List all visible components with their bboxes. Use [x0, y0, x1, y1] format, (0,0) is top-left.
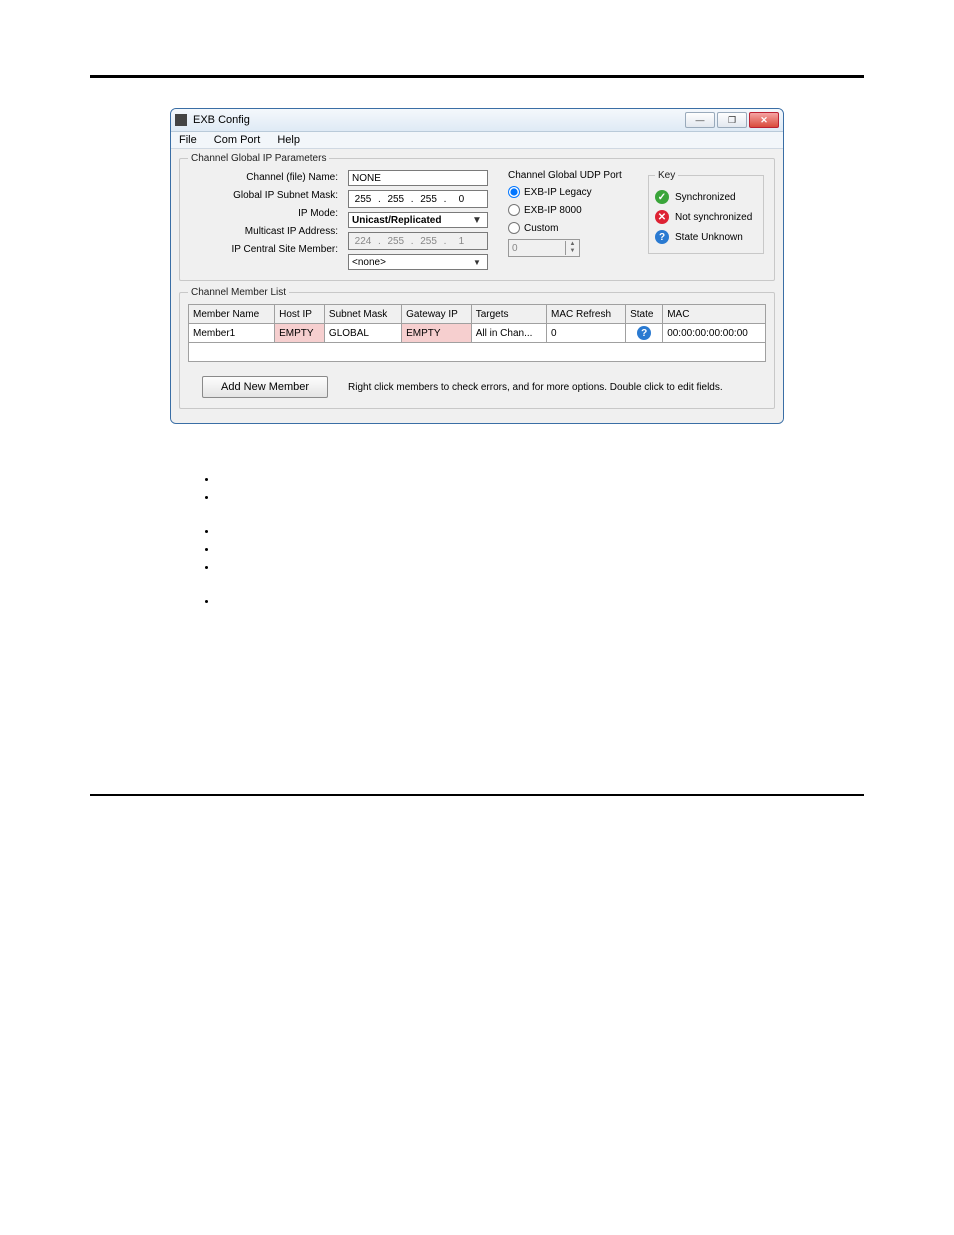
- col-member-name[interactable]: Member Name: [189, 305, 275, 324]
- bullet-item: [218, 596, 954, 614]
- state-unknown-label: State Unknown: [675, 232, 743, 243]
- chevron-down-icon: ▼: [470, 255, 484, 269]
- multicast-label: Multicast IP Address:: [245, 226, 338, 237]
- cell-gateway-ip[interactable]: EMPTY: [402, 324, 472, 343]
- col-gateway-ip[interactable]: Gateway IP: [402, 305, 472, 324]
- menu-file[interactable]: File: [179, 134, 197, 146]
- udp-8000-label: EXB-IP 8000: [524, 205, 582, 216]
- bullet-item: [218, 544, 954, 562]
- menu-help[interactable]: Help: [277, 134, 300, 146]
- table-row[interactable]: Member1 EMPTY GLOBAL EMPTY All in Chan..…: [189, 324, 766, 343]
- minimize-button[interactable]: —: [685, 112, 715, 128]
- chevron-down-icon: ▼: [470, 213, 484, 227]
- key-legend: Key: [655, 170, 678, 181]
- maximize-button[interactable]: ❐: [717, 112, 747, 128]
- cell-targets[interactable]: All in Chan...: [471, 324, 546, 343]
- channel-name-input[interactable]: [348, 170, 488, 186]
- col-state[interactable]: State: [626, 305, 663, 324]
- add-new-member-button[interactable]: Add New Member: [202, 376, 328, 398]
- channel-member-list-group: Channel Member List Member Name Host IP …: [179, 287, 775, 409]
- central-site-label: IP Central Site Member:: [231, 244, 338, 255]
- key-legend-group: Key ✓ Synchronized ✕ Not synchronized ?: [648, 170, 764, 254]
- titlebar: EXB Config — ❐ ✕: [171, 109, 783, 132]
- udp-custom-spinner[interactable]: 0 ▲ ▼: [508, 239, 580, 257]
- udp-group-label: Channel Global UDP Port: [508, 170, 622, 181]
- menubar: File Com Port Help: [171, 132, 783, 149]
- spinner-down-icon[interactable]: ▼: [565, 248, 579, 255]
- cell-mac[interactable]: 00:00:00:00:00:00: [663, 324, 766, 343]
- cell-subnet-mask[interactable]: GLOBAL: [324, 324, 401, 343]
- cell-member-name[interactable]: Member1: [189, 324, 275, 343]
- state-unknown-icon: ?: [655, 230, 669, 244]
- app-window: EXB Config — ❐ ✕ File Com Port Help Chan…: [170, 108, 784, 424]
- bullet-item: [218, 492, 954, 510]
- spinner-up-icon[interactable]: ▲: [565, 241, 579, 248]
- channel-global-ip-parameters-group: Channel Global IP Parameters Channel (fi…: [179, 153, 775, 281]
- member-table[interactable]: Member Name Host IP Subnet Mask Gateway …: [188, 304, 766, 362]
- central-site-combo[interactable]: <none> ▼: [348, 254, 488, 270]
- udp-custom-radio[interactable]: [508, 222, 520, 234]
- document-bullets: [200, 474, 954, 754]
- window-title: EXB Config: [193, 114, 250, 126]
- member-list-legend: Channel Member List: [188, 287, 289, 298]
- synchronized-label: Synchronized: [675, 192, 736, 203]
- not-synchronized-label: Not synchronized: [675, 212, 752, 223]
- col-mac-refresh[interactable]: MAC Refresh: [547, 305, 626, 324]
- member-list-hint: Right click members to check errors, and…: [348, 382, 723, 393]
- app-icon: [175, 114, 187, 126]
- bullet-item: [218, 562, 954, 580]
- col-subnet-mask[interactable]: Subnet Mask: [324, 305, 401, 324]
- state-unknown-icon: ?: [637, 326, 651, 340]
- udp-port-group: Channel Global UDP Port EXB-IP Legacy EX…: [508, 170, 622, 270]
- synchronized-icon: ✓: [655, 190, 669, 204]
- cell-host-ip[interactable]: EMPTY: [275, 324, 325, 343]
- group-legend: Channel Global IP Parameters: [188, 153, 329, 164]
- udp-legacy-label: EXB-IP Legacy: [524, 187, 592, 198]
- col-mac[interactable]: MAC: [663, 305, 766, 324]
- multicast-ip-input[interactable]: 224. 255. 255. 1: [348, 232, 488, 250]
- close-button[interactable]: ✕: [749, 112, 779, 128]
- col-host-ip[interactable]: Host IP: [275, 305, 325, 324]
- udp-8000-radio[interactable]: [508, 204, 520, 216]
- ip-mode-label: IP Mode:: [298, 208, 338, 219]
- cell-mac-refresh[interactable]: 0: [547, 324, 626, 343]
- bullet-item: [218, 474, 954, 492]
- ip-mode-combo[interactable]: Unicast/Replicated ▼: [348, 212, 488, 228]
- not-synchronized-icon: ✕: [655, 210, 669, 224]
- menu-com-port[interactable]: Com Port: [214, 134, 260, 146]
- udp-custom-label: Custom: [524, 223, 558, 234]
- subnet-mask-label: Global IP Subnet Mask:: [233, 190, 338, 201]
- subnet-mask-input[interactable]: 255. 255. 255. 0: [348, 190, 488, 208]
- col-targets[interactable]: Targets: [471, 305, 546, 324]
- bullet-item: [218, 526, 954, 544]
- cell-state[interactable]: ?: [626, 324, 663, 343]
- channel-name-label: Channel (file) Name:: [246, 172, 338, 183]
- udp-legacy-radio[interactable]: [508, 186, 520, 198]
